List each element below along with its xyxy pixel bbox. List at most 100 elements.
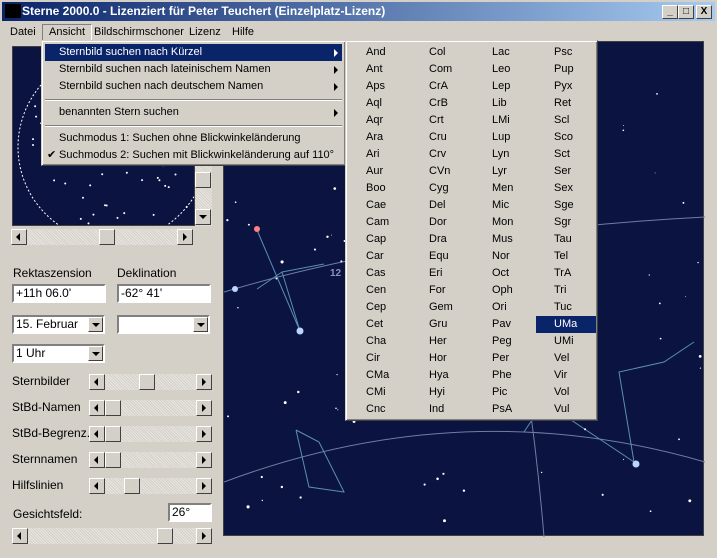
chevron-down-icon[interactable] <box>88 346 103 361</box>
constellation-for[interactable]: For <box>411 282 471 299</box>
constellation-lup[interactable]: Lup <box>474 129 534 146</box>
constellation-uma[interactable]: UMa <box>536 316 596 333</box>
constellation-ret[interactable]: Ret <box>536 95 596 112</box>
slider-3[interactable] <box>89 452 212 468</box>
date-select[interactable]: 15. Februar <box>12 315 105 334</box>
constellation-cet[interactable]: Cet <box>348 316 408 333</box>
title-bar[interactable]: Sterne 2000.0 - Lizenziert für Peter Teu… <box>2 2 715 21</box>
constellation-aqr[interactable]: Aqr <box>348 112 408 129</box>
constellation-ind[interactable]: Ind <box>411 401 471 418</box>
slider-left-button[interactable] <box>89 374 105 390</box>
constellation-cas[interactable]: Cas <box>348 265 408 282</box>
constellation-her[interactable]: Her <box>411 333 471 350</box>
menu-item-suchmodus-2[interactable]: ✔ Suchmodus 2: Suchen mit Blickwinkelände… <box>45 147 342 164</box>
constellation-tel[interactable]: Tel <box>536 248 596 265</box>
slider-right-button[interactable] <box>196 452 212 468</box>
slider-left-button[interactable] <box>89 426 105 442</box>
constellation-men[interactable]: Men <box>474 180 534 197</box>
slider-thumb[interactable] <box>105 400 121 416</box>
constellation-equ[interactable]: Equ <box>411 248 471 265</box>
constellation-sct[interactable]: Sct <box>536 146 596 163</box>
constellation-sge[interactable]: Sge <box>536 197 596 214</box>
constellation-ara[interactable]: Ara <box>348 129 408 146</box>
constellation-cyg[interactable]: Cyg <box>411 180 471 197</box>
constellation-ant[interactable]: Ant <box>348 61 408 78</box>
constellation-per[interactable]: Per <box>474 350 534 367</box>
slider-2[interactable] <box>89 426 212 442</box>
slider-thumb[interactable] <box>138 374 155 390</box>
constellation-cvn[interactable]: CVn <box>411 163 471 180</box>
constellation-com[interactable]: Com <box>411 61 471 78</box>
menu-datei[interactable]: Datei <box>4 24 42 41</box>
overview-hscroll-right[interactable] <box>177 229 193 245</box>
constellation-oct[interactable]: Oct <box>474 265 534 282</box>
constellation-crt[interactable]: Crt <box>411 112 471 129</box>
constellation-psa[interactable]: PsA <box>474 401 534 418</box>
constellation-hya[interactable]: Hya <box>411 367 471 384</box>
menu-item-sternbild-kuerzel[interactable]: Sternbild suchen nach Kürzel <box>45 44 342 61</box>
constellation-nor[interactable]: Nor <box>474 248 534 265</box>
constellation-cha[interactable]: Cha <box>348 333 408 350</box>
constellation-pic[interactable]: Pic <box>474 384 534 401</box>
overview-vscroll-down[interactable] <box>195 209 211 225</box>
slider-left-button[interactable] <box>89 478 105 494</box>
constellation-mon[interactable]: Mon <box>474 214 534 231</box>
constellation-and[interactable]: And <box>348 44 408 61</box>
slider-4[interactable] <box>89 478 212 494</box>
constellation-cmi[interactable]: CMi <box>348 384 408 401</box>
fov-slider-thumb[interactable] <box>157 528 174 544</box>
slider-thumb[interactable] <box>123 478 140 494</box>
constellation-dra[interactable]: Dra <box>411 231 471 248</box>
minimize-button[interactable]: _ <box>662 5 678 19</box>
overview-vscroll-thumb[interactable] <box>195 172 211 188</box>
constellation-cae[interactable]: Cae <box>348 197 408 214</box>
constellation-hor[interactable]: Hor <box>411 350 471 367</box>
slider-thumb[interactable] <box>105 452 121 468</box>
constellation-cnc[interactable]: Cnc <box>348 401 408 418</box>
dec-input[interactable]: -62° 41' <box>117 284 211 303</box>
constellation-cap[interactable]: Cap <box>348 231 408 248</box>
constellation-leo[interactable]: Leo <box>474 61 534 78</box>
constellation-mic[interactable]: Mic <box>474 197 534 214</box>
constellation-lib[interactable]: Lib <box>474 95 534 112</box>
constellation-pyx[interactable]: Pyx <box>536 78 596 95</box>
overview-hscroll[interactable] <box>11 229 193 245</box>
menu-item-suchmodus-1[interactable]: Suchmodus 1: Suchen ohne Blickwinkelände… <box>45 130 342 147</box>
constellation-aql[interactable]: Aql <box>348 95 408 112</box>
maximize-button[interactable]: □ <box>678 5 694 19</box>
constellation-psc[interactable]: Psc <box>536 44 596 61</box>
menu-item-sternbild-deutsch[interactable]: Sternbild suchen nach deutschem Namen <box>45 78 342 95</box>
overview-hscroll-thumb[interactable] <box>99 229 115 245</box>
constellation-sgr[interactable]: Sgr <box>536 214 596 231</box>
constellation-aps[interactable]: Aps <box>348 78 408 95</box>
constellation-cru[interactable]: Cru <box>411 129 471 146</box>
constellation-vul[interactable]: Vul <box>536 401 596 418</box>
constellation-tra[interactable]: TrA <box>536 265 596 282</box>
constellation-tuc[interactable]: Tuc <box>536 299 596 316</box>
constellation-eri[interactable]: Eri <box>411 265 471 282</box>
constellation-umi[interactable]: UMi <box>536 333 596 350</box>
constellation-tau[interactable]: Tau <box>536 231 596 248</box>
constellation-crv[interactable]: Crv <box>411 146 471 163</box>
constellation-vir[interactable]: Vir <box>536 367 596 384</box>
constellation-pav[interactable]: Pav <box>474 316 534 333</box>
constellation-crb[interactable]: CrB <box>411 95 471 112</box>
slider-left-button[interactable] <box>89 452 105 468</box>
menu-item-sternbild-latein[interactable]: Sternbild suchen nach lateinischem Namen <box>45 61 342 78</box>
constellation-peg[interactable]: Peg <box>474 333 534 350</box>
constellation-tri[interactable]: Tri <box>536 282 596 299</box>
constellation-cep[interactable]: Cep <box>348 299 408 316</box>
constellation-vel[interactable]: Vel <box>536 350 596 367</box>
slider-right-button[interactable] <box>196 374 212 390</box>
menu-item-stern-suchen[interactable]: benannten Stern suchen <box>45 104 342 121</box>
constellation-lyr[interactable]: Lyr <box>474 163 534 180</box>
constellation-lep[interactable]: Lep <box>474 78 534 95</box>
menu-bildschirmschoner[interactable]: Bildschirmschoner <box>88 24 190 41</box>
overview-hscroll-left[interactable] <box>11 229 27 245</box>
constellation-hyi[interactable]: Hyi <box>411 384 471 401</box>
constellation-dor[interactable]: Dor <box>411 214 471 231</box>
ra-input[interactable]: +11h 06.0' <box>12 284 106 303</box>
constellation-gru[interactable]: Gru <box>411 316 471 333</box>
constellation-mus[interactable]: Mus <box>474 231 534 248</box>
close-button[interactable]: X <box>696 5 712 19</box>
